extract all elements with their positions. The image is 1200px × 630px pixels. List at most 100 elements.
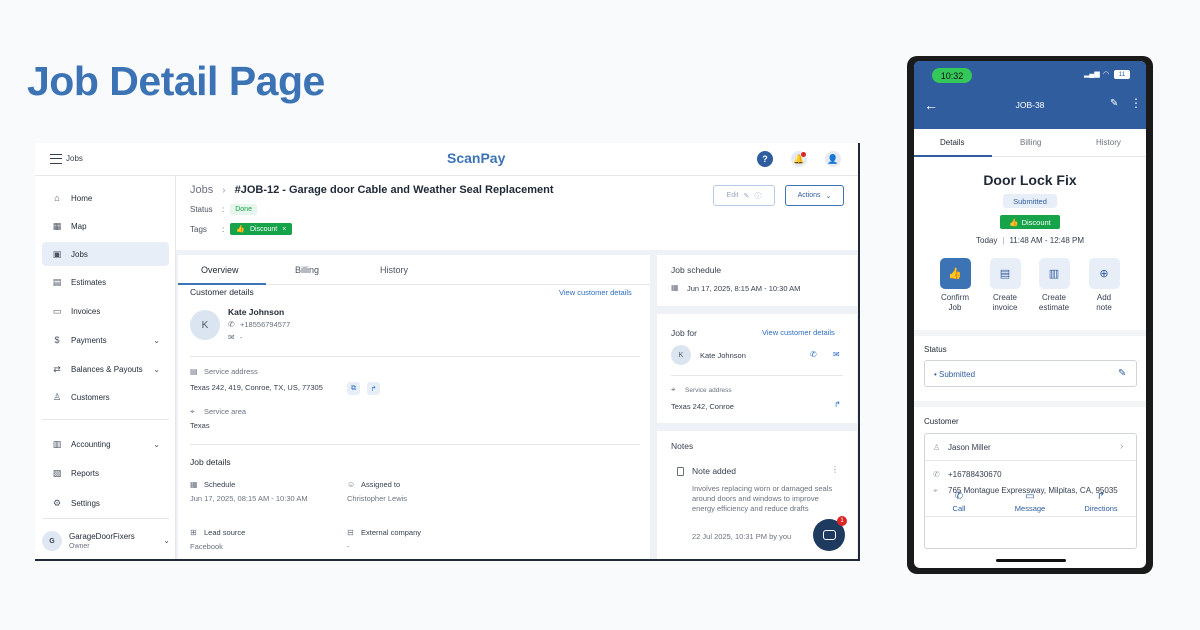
sidebar-item-payments[interactable]: $ Payments ⌄ bbox=[42, 328, 169, 352]
customer-details-title: Customer details bbox=[190, 287, 254, 297]
account-switcher[interactable]: G GarageDoorFixers Owner ⌄ bbox=[42, 524, 172, 558]
customer-name[interactable]: Jason Miller bbox=[948, 443, 991, 452]
phone-icon: ✆ bbox=[933, 470, 940, 479]
customer-name: Kate Johnson bbox=[228, 307, 285, 317]
phone-icon[interactable]: ✆ bbox=[810, 350, 817, 359]
view-customer-details-link[interactable]: View customer details bbox=[762, 328, 835, 337]
active-tab-indicator bbox=[178, 283, 266, 285]
sidebar-item-home[interactable]: ⌂ Home bbox=[42, 186, 169, 210]
tag-label: Discount bbox=[1021, 217, 1051, 227]
reports-icon: ▧ bbox=[52, 467, 62, 478]
sidebar-item-customers[interactable]: ♙ Customers bbox=[42, 385, 169, 409]
app-bar: ← JOB-38 ✎ ⋮ bbox=[914, 85, 1146, 129]
tab-history[interactable]: History bbox=[1096, 138, 1121, 147]
sidebar-item-map[interactable]: ▦ Map bbox=[42, 214, 169, 238]
customer-phone: +16788430670 bbox=[948, 470, 1002, 479]
copy-icon[interactable]: ⧉ bbox=[347, 382, 360, 395]
job-for-card: Job for View customer details K Kate Joh… bbox=[657, 314, 857, 423]
status-selector[interactable]: • Submitted ✎ bbox=[924, 360, 1137, 387]
tab-billing[interactable]: Billing bbox=[1020, 138, 1041, 147]
edit-button[interactable]: Edit ✎ ⓘ bbox=[713, 185, 775, 206]
sidebar-item-label: Reports bbox=[71, 468, 100, 478]
sidebar-item-label: Jobs bbox=[71, 249, 88, 259]
estimate-icon: ▤ bbox=[52, 276, 62, 287]
help-icon[interactable]: ? bbox=[757, 151, 773, 167]
sidebar-item-settings[interactable]: ⚙ Settings bbox=[42, 491, 169, 515]
customer-section-title: Customer bbox=[924, 417, 959, 426]
lead-source-icon: ⊞ bbox=[190, 528, 197, 537]
edit-icon[interactable]: ✎ bbox=[1110, 98, 1118, 109]
email-icon: ✉ bbox=[228, 333, 235, 342]
colon: : bbox=[222, 224, 225, 234]
confirm-job-button[interactable]: 👍 Confirm Job bbox=[931, 258, 979, 313]
separator: | bbox=[1002, 236, 1005, 245]
payments-icon: $ bbox=[54, 335, 60, 345]
schedule-label: Schedule bbox=[204, 480, 236, 489]
notification-bell-icon[interactable]: 🔔 bbox=[791, 151, 807, 167]
overview-card: Overview Billing History Customer detail… bbox=[178, 255, 650, 559]
sidebar-divider bbox=[42, 419, 169, 420]
location-icon: ⌖ bbox=[671, 385, 676, 394]
sidebar: ⌂ Home ▦ Map ▣ Jobs ▤ Estimates ▭ Invoices $ P… bbox=[35, 176, 176, 559]
quick-action-label: Create estimate bbox=[1038, 293, 1070, 312]
view-customer-details-link[interactable]: View customer details bbox=[559, 288, 632, 297]
divider bbox=[925, 460, 1136, 461]
job-header: Jobs › #JOB-12 - Garage door Cable and W… bbox=[190, 184, 554, 235]
close-icon[interactable]: × bbox=[282, 226, 286, 233]
job-schedule-card: Job schedule ▦ Jun 17, 2025, 8:15 AM - 1… bbox=[657, 255, 857, 306]
sidebar-item-label: Map bbox=[71, 221, 87, 231]
settings-icon: ⚙ bbox=[52, 497, 62, 508]
page-title: #JOB-12 - Garage door Cable and Weather … bbox=[234, 184, 554, 196]
chevron-down-icon: ⌄ bbox=[153, 364, 160, 374]
divider bbox=[671, 375, 843, 376]
tab-history[interactable]: History bbox=[380, 265, 408, 275]
call-button[interactable]: ✆ Call bbox=[926, 491, 992, 513]
add-note-button[interactable]: ⊕ Add note bbox=[1080, 258, 1128, 313]
sidebar-item-estimates[interactable]: ▤ Estimates bbox=[42, 270, 169, 294]
chevron-down-icon: ⌄ bbox=[163, 536, 170, 545]
external-company-label: External company bbox=[361, 528, 422, 537]
directions-icon[interactable]: ↱ bbox=[834, 400, 841, 409]
quick-action-label: Add note bbox=[1096, 293, 1112, 312]
edit-icon[interactable]: ✎ bbox=[1118, 368, 1126, 379]
email-icon[interactable]: ✉ bbox=[833, 350, 840, 359]
tab-bar: Overview Billing History bbox=[178, 255, 650, 285]
sidebar-item-balances-payouts[interactable]: ⇄ Balances & Payouts ⌄ bbox=[42, 357, 169, 381]
phone-icon: ✆ bbox=[228, 320, 235, 329]
top-bar: Jobs ScanPay ? 🔔 👤 bbox=[35, 143, 858, 176]
create-estimate-button[interactable]: ▥ Create estimate bbox=[1030, 258, 1078, 313]
accounting-icon: ▥ bbox=[52, 438, 62, 449]
job-details-title: Job details bbox=[190, 457, 231, 467]
message-button[interactable]: ▭ Message bbox=[997, 491, 1063, 513]
directions-icon[interactable]: ↱ bbox=[367, 382, 380, 395]
more-vertical-icon[interactable]: ⋮ bbox=[1130, 96, 1142, 110]
tab-billing[interactable]: Billing bbox=[295, 265, 319, 275]
lead-source-label: Lead source bbox=[204, 528, 246, 537]
more-vertical-icon[interactable]: ⋮ bbox=[831, 465, 839, 474]
sidebar-item-invoices[interactable]: ▭ Invoices bbox=[42, 299, 169, 323]
sidebar-item-label: Home bbox=[71, 193, 93, 203]
home-indicator bbox=[996, 559, 1066, 562]
discount-tag: 👍 Discount × bbox=[230, 223, 293, 235]
status-badge: Submitted bbox=[1003, 194, 1057, 208]
chat-launcher-button[interactable]: 1 bbox=[813, 516, 847, 551]
directions-button[interactable]: ↱ Directions bbox=[1068, 491, 1134, 513]
chevron-right-icon[interactable]: › bbox=[1120, 441, 1123, 452]
sidebar-item-accounting[interactable]: ▥ Accounting ⌄ bbox=[42, 432, 169, 456]
note-body: Involves replacing worn or damaged seals… bbox=[692, 484, 833, 513]
tags-label: Tags bbox=[190, 224, 207, 234]
actions-button[interactable]: Actions ⌄ bbox=[785, 185, 844, 206]
tab-details[interactable]: Details bbox=[940, 138, 964, 147]
job-time: Today | 11:48 AM - 12:48 PM bbox=[914, 236, 1146, 245]
account-role: Owner bbox=[69, 543, 90, 550]
tab-overview[interactable]: Overview bbox=[201, 265, 239, 275]
map-icon: ▦ bbox=[52, 220, 62, 231]
user-profile-icon[interactable]: 👤 bbox=[825, 151, 841, 167]
sidebar-item-reports[interactable]: ▧ Reports bbox=[42, 461, 169, 485]
message-label: Message bbox=[1014, 504, 1046, 513]
breadcrumb-jobs-link[interactable]: Jobs bbox=[190, 184, 213, 196]
phone-screen: 10:32 ▂▄▆ ◠ 11 ← JOB-38 ✎ ⋮ Details Bill… bbox=[914, 61, 1146, 568]
sidebar-item-jobs[interactable]: ▣ Jobs bbox=[42, 242, 169, 266]
create-invoice-button[interactable]: ▤ Create invoice bbox=[981, 258, 1029, 313]
hamburger-menu-icon[interactable] bbox=[50, 154, 62, 164]
